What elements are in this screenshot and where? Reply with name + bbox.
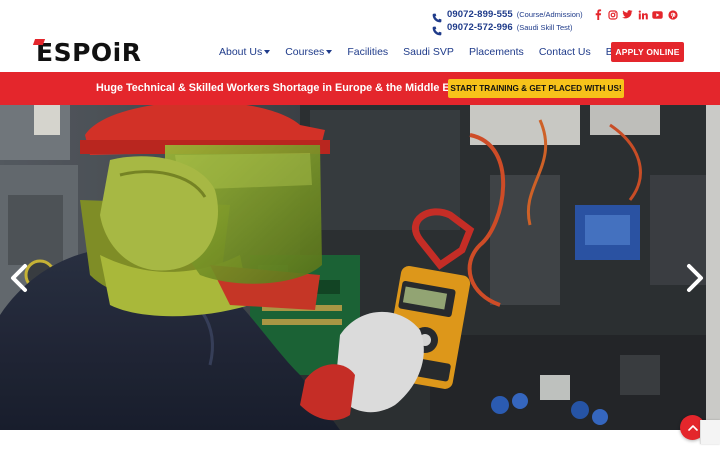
caret-down-icon [326,50,333,54]
youtube-icon[interactable] [652,9,664,21]
nav-about-us-label: About Us [219,46,263,58]
phone-icon [432,23,442,35]
recaptcha-badge[interactable] [700,420,720,444]
caret-down-icon [264,50,271,54]
instagram-icon[interactable] [607,9,619,21]
contact-row-1: 09072-899-555 (Course/Admission) [432,8,682,22]
hero-slider [0,105,720,430]
chevron-up-icon [687,425,698,431]
contact-info: 09072-899-555 (Course/Admission) 09072-5… [432,8,682,35]
slider-next-button[interactable] [682,263,706,293]
nav-contact-us[interactable]: Contact Us [539,46,591,58]
twitter-icon[interactable] [622,9,634,21]
phone-note-admission: (Course/Admission) [516,10,583,19]
phone-icon [432,10,442,22]
hero-image [0,105,720,430]
apply-online-button[interactable]: APPLY ONLINE [611,42,684,62]
phone-note-skill-test: (Saudi Skill Test) [516,23,573,32]
start-training-button[interactable]: START TRAINING & GET PLACED WITH US! [448,79,624,98]
page: 09072-899-555 (Course/Admission) 09072-5… [0,0,720,450]
content-below-hero [0,430,720,450]
nav-courses[interactable]: Courses [285,46,333,58]
announcement-banner: Huge Technical & Skilled Workers Shortag… [0,72,720,105]
main-nav: About Us Courses Facilities Saudi SVP Pl… [219,45,642,59]
nav-placements[interactable]: Placements [469,46,524,58]
slider-prev-button[interactable] [8,263,32,293]
phone-number-admission[interactable]: 09072-899-555 [447,9,513,20]
facebook-icon[interactable] [592,9,604,21]
logo-text: ESPOiR [36,38,142,67]
chevron-right-icon [687,264,703,292]
pinterest-icon[interactable] [667,9,679,21]
banner-text: Huge Technical & Skilled Workers Shortag… [96,82,469,94]
nav-courses-label: Courses [285,46,325,58]
phone-number-skill-test[interactable]: 09072-572-996 [447,22,513,33]
nav-about-us[interactable]: About Us [219,46,271,58]
social-links [589,9,679,21]
chevron-left-icon [11,264,27,292]
espoir-logo[interactable]: ESPOiR [32,38,142,67]
linkedin-icon[interactable] [637,9,649,21]
contact-row-2: 09072-572-996 (Saudi Skill Test) [432,21,682,35]
nav-facilities[interactable]: Facilities [347,46,388,58]
nav-saudi-svp[interactable]: Saudi SVP [403,46,454,58]
